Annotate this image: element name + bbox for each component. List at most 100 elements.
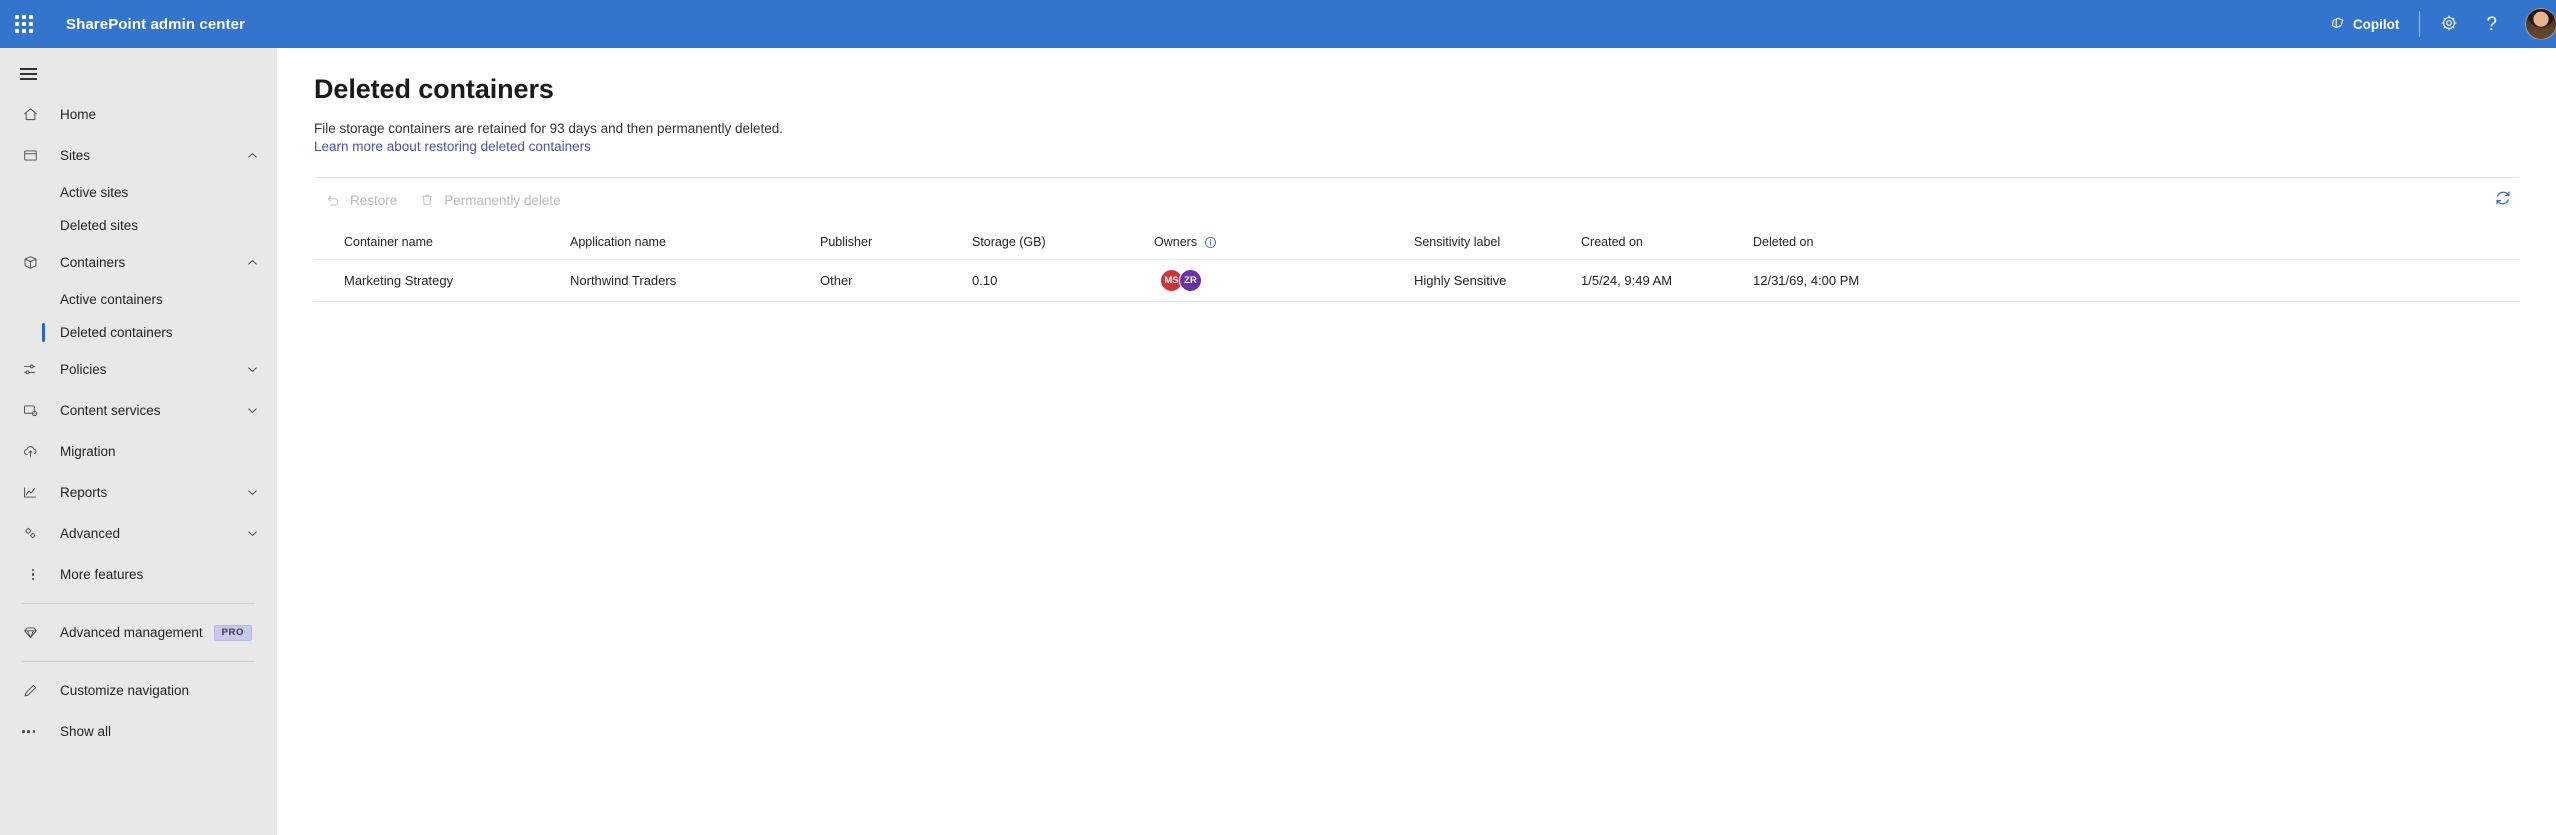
waffle-grid-icon (15, 15, 33, 33)
refresh-icon (2493, 188, 2513, 213)
sidebar-item-deleted-containers[interactable]: Deleted containers (0, 316, 277, 349)
sidebar-item-label: Content services (60, 403, 161, 418)
page-title: Deleted containers (314, 74, 554, 104)
copilot-label: Copilot (2352, 16, 2400, 32)
sidebar-item-active-sites[interactable]: Active sites (0, 176, 277, 209)
chevron-down-icon (246, 527, 259, 540)
trash-icon (419, 192, 435, 208)
question-mark-icon: ? (2486, 13, 2497, 35)
vertical-dots-icon (22, 565, 44, 585)
sidebar-item-policies[interactable]: Policies (0, 349, 277, 390)
cell-storage-gb: 0.10 (972, 273, 998, 288)
page-description: File storage containers are retained for… (314, 121, 784, 136)
sidebar-item-label: Advanced management (60, 625, 203, 640)
hamburger-menu-button[interactable] (4, 54, 52, 94)
sidebar-item-show-all[interactable]: Show all (0, 711, 277, 752)
sidebar: Home Sites Active sites Deleted sites Co… (0, 48, 277, 835)
column-header-owners-label: Owners (1154, 235, 1198, 249)
refresh-button[interactable] (2487, 184, 2519, 216)
sidebar-item-label: Sites (60, 148, 91, 163)
sidebar-item-label: Customize navigation (60, 683, 190, 698)
sidebar-divider-2 (22, 661, 255, 662)
table-header-row: Container name Application name Publishe… (314, 225, 2519, 260)
column-header-application-name[interactable]: Application name (562, 235, 812, 249)
sidebar-item-deleted-sites[interactable]: Deleted sites (0, 209, 277, 242)
sidebar-divider-1 (22, 603, 255, 604)
column-header-owners[interactable]: Owners (1146, 235, 1406, 249)
chevron-down-icon (246, 486, 259, 499)
horizontal-dots-icon (22, 722, 44, 742)
column-header-publisher[interactable]: Publisher (812, 235, 964, 249)
sidebar-item-reports[interactable]: Reports (0, 472, 277, 513)
sidebar-item-migration[interactable]: Migration (0, 431, 277, 472)
sidebar-item-label: Policies (60, 362, 107, 377)
permanently-delete-label: Permanently delete (444, 192, 561, 208)
suite-title[interactable]: SharePoint admin center (66, 16, 245, 33)
restore-label: Restore (350, 192, 398, 208)
settings-button[interactable] (2426, 0, 2472, 48)
sidebar-item-containers[interactable]: Containers (0, 242, 277, 283)
cell-sensitivity-label: Highly Sensitive (1414, 273, 1507, 288)
sidebar-item-customize-navigation[interactable]: Customize navigation (0, 670, 277, 711)
sidebar-item-label: Home (60, 107, 97, 122)
sidebar-item-advanced-management[interactable]: Advanced management PRO (0, 612, 277, 653)
cell-deleted-on: 12/31/69, 4:00 PM (1753, 273, 1860, 288)
cell-container-name: Marketing Strategy (344, 273, 454, 288)
learn-more-link[interactable]: Learn more about restoring deleted conta… (314, 139, 591, 154)
copilot-button[interactable]: Copilot (2316, 0, 2414, 48)
sidebar-item-label: Active sites (60, 185, 129, 200)
column-header-deleted-on[interactable]: Deleted on (1745, 235, 2005, 249)
column-header-storage-gb[interactable]: Storage (GB) (964, 235, 1146, 249)
sidebar-item-label: Show all (60, 724, 112, 739)
sidebar-item-label: Deleted containers (60, 325, 173, 340)
cell-owners: MS ZR (1146, 269, 1406, 292)
sidebar-item-label: Reports (60, 485, 108, 500)
avatar[interactable] (2525, 8, 2556, 40)
column-header-created-on[interactable]: Created on (1573, 235, 1745, 249)
column-header-sensitivity-label[interactable]: Sensitivity label (1406, 235, 1573, 249)
chart-line-icon (22, 483, 44, 503)
sidebar-item-advanced[interactable]: Advanced (0, 513, 277, 554)
app-launcher-button[interactable] (0, 0, 48, 48)
sidebar-item-label: Containers (60, 255, 126, 270)
column-header-container-name[interactable]: Container name (314, 235, 562, 249)
restore-button[interactable]: Restore (314, 184, 408, 216)
hamburger-menu-icon (19, 65, 37, 84)
undo-arrow-icon (325, 192, 341, 208)
cloud-upload-icon (22, 442, 44, 462)
sidebar-item-home[interactable]: Home (0, 94, 277, 135)
table-row[interactable]: Marketing Strategy Northwind Traders Oth… (314, 260, 2519, 302)
cell-created-on: 1/5/24, 9:49 AM (1581, 273, 1673, 288)
pro-badge: PRO (213, 624, 252, 641)
sliders-icon (22, 360, 44, 380)
owner-avatar-2[interactable]: ZR (1179, 269, 1202, 292)
sidebar-item-sites[interactable]: Sites (0, 135, 277, 176)
sidebar-item-label: More features (60, 567, 144, 582)
content-services-icon (22, 401, 44, 421)
chevron-up-icon (246, 149, 259, 162)
cell-application-name: Northwind Traders (570, 273, 677, 288)
sidebar-item-label: Deleted sites (60, 218, 139, 233)
sidebar-item-content-services[interactable]: Content services (0, 390, 277, 431)
sidebar-item-more-features[interactable]: More features (0, 554, 277, 595)
main-content: Deleted containers File storage containe… (277, 48, 2556, 835)
sidebar-item-label: Active containers (60, 292, 163, 307)
sidebar-item-label: Migration (60, 444, 116, 459)
permanently-delete-button[interactable]: Permanently delete (408, 184, 571, 216)
gears-icon (22, 524, 44, 544)
suite-header-bar: SharePoint admin center Copilot ? (0, 0, 2556, 48)
sidebar-item-active-containers[interactable]: Active containers (0, 283, 277, 316)
chevron-down-icon (246, 404, 259, 417)
home-icon (22, 105, 44, 125)
diamond-icon (22, 623, 44, 643)
help-button[interactable]: ? (2472, 0, 2511, 48)
command-bar: Restore Permanently delete (314, 178, 2519, 222)
suite-header-actions: Copilot ? (2316, 0, 2556, 48)
copilot-icon (2330, 15, 2346, 34)
cell-publisher: Other (820, 273, 853, 288)
info-icon[interactable] (1204, 236, 1217, 249)
sites-icon (22, 146, 44, 166)
sidebar-item-label: Advanced (60, 526, 121, 541)
box-icon (22, 253, 44, 273)
chevron-up-icon (246, 256, 259, 269)
